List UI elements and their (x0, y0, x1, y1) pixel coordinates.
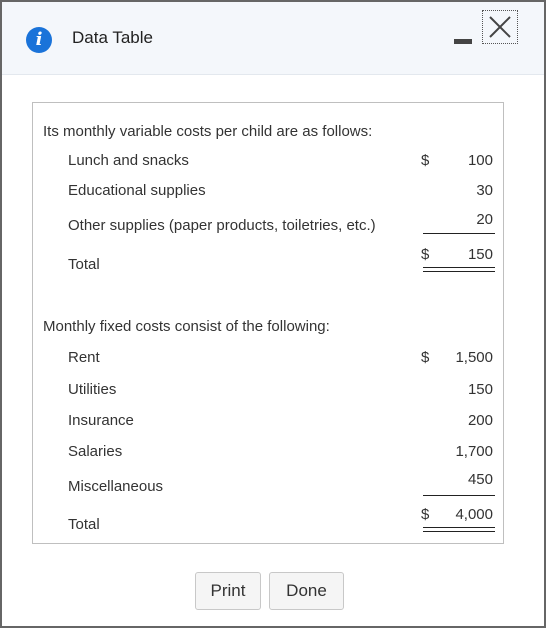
row-label-rent: Rent (68, 349, 100, 366)
row-value-insurance: 200 (467, 412, 493, 429)
row-label-utilities: Utilities (68, 381, 117, 398)
row-value-educational: 30 (476, 182, 493, 199)
subtotal-rule (423, 233, 495, 234)
variable-total-currency: $ (421, 246, 430, 263)
row-label-lunch: Lunch and snacks (68, 152, 189, 169)
fixed-total-label: Total (68, 516, 100, 533)
subtotal-rule (423, 495, 495, 496)
info-icon: i (26, 27, 52, 53)
total-double-rule (423, 267, 495, 272)
row-label-educational: Educational supplies (68, 182, 206, 199)
data-table-dialog: i Data Table Its monthly variable costs … (0, 0, 546, 628)
variable-total-label: Total (68, 256, 100, 273)
fixed-total-value: 4,000 (455, 506, 493, 523)
minimize-button[interactable] (450, 26, 476, 52)
row-label-miscellaneous: Miscellaneous (68, 478, 164, 495)
variable-total-value: 150 (467, 246, 493, 263)
row-value-rent: 1,500 (455, 349, 493, 366)
row-value-utilities: 150 (467, 381, 493, 398)
dialog-title: Data Table (72, 28, 153, 47)
variable-costs-heading: Its monthly variable costs per child are… (43, 123, 373, 140)
print-button[interactable]: Print (195, 572, 261, 610)
close-icon (489, 16, 511, 38)
row-label-insurance: Insurance (68, 412, 134, 429)
fixed-total-currency: $ (421, 506, 430, 523)
total-double-rule (423, 527, 495, 532)
row-currency-lunch: $ (421, 152, 430, 169)
row-value-other-supplies: 20 (476, 211, 493, 228)
row-currency-rent: $ (421, 349, 430, 366)
minimize-icon (454, 39, 472, 44)
done-button[interactable]: Done (269, 572, 344, 610)
row-label-salaries: Salaries (68, 443, 123, 460)
row-value-lunch: 100 (467, 152, 493, 169)
title-bar: i Data Table (2, 2, 544, 75)
fixed-costs-heading: Monthly fixed costs consist of the follo… (43, 318, 330, 335)
data-table-panel: Its monthly variable costs per child are… (32, 102, 504, 544)
close-button[interactable] (482, 10, 518, 44)
row-value-salaries: 1,700 (455, 443, 493, 460)
row-label-other-supplies: Other supplies (paper products, toiletri… (68, 217, 376, 234)
row-value-miscellaneous: 450 (467, 471, 493, 488)
